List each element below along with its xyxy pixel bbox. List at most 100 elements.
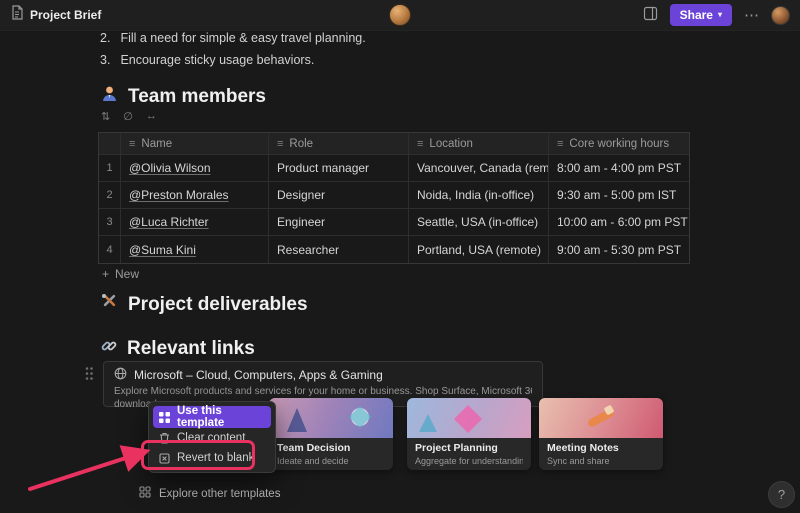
- share-button[interactable]: Share ▾: [670, 4, 732, 26]
- list-item-text: Encourage sticky usage behaviors.: [120, 53, 314, 67]
- topbar-actions: Share ▾ ⋯: [643, 4, 790, 26]
- person-mention[interactable]: @Luca Richter: [129, 215, 209, 229]
- template-thumbnail: [539, 398, 663, 438]
- table-row: 4 @Suma Kini Researcher Portland, USA (r…: [99, 236, 689, 263]
- links-heading: Relevant links: [100, 337, 255, 361]
- template-card-meeting-notes[interactable]: Meeting Notes Sync and share: [539, 398, 663, 470]
- tools-icon: [100, 292, 119, 317]
- menu-item-label: Clear content: [177, 432, 245, 444]
- team-table: ≡ Name ≡ Role ≡ Location ≡Core working hour…: [98, 132, 690, 264]
- workspace-avatar-image: [389, 4, 411, 26]
- new-row-label: New: [115, 267, 139, 281]
- sort-icon[interactable]: ⇅: [101, 110, 110, 123]
- column-type-icon: ≡: [277, 138, 283, 150]
- template-thumbnail: [407, 398, 531, 438]
- column-header-location[interactable]: ≡ Location: [409, 133, 549, 155]
- workspace-avatar[interactable]: [389, 4, 411, 26]
- table-row: 1 @Olivia Wilson Product manager Vancouv…: [99, 155, 689, 182]
- share-caret-icon: ▾: [718, 11, 722, 19]
- breadcrumb[interactable]: Project Brief: [10, 5, 101, 25]
- header-cell-empty: [99, 133, 121, 155]
- row-number: 3: [99, 209, 121, 236]
- column-type-icon: ≡: [129, 138, 135, 150]
- list-item[interactable]: 3. Encourage sticky usage behaviors.: [100, 53, 314, 67]
- row-number: 2: [99, 182, 121, 209]
- cell-location[interactable]: Noida, India (in-office): [409, 182, 549, 209]
- topbar: Project Brief Share ▾ ⋯: [0, 0, 800, 31]
- cell-hours[interactable]: 9:30 am - 5:00 pm IST: [549, 182, 689, 209]
- team-members-heading: Team members: [100, 84, 266, 109]
- share-label: Share: [680, 8, 713, 22]
- globe-icon: [114, 367, 127, 383]
- cell-role[interactable]: Product manager: [269, 155, 409, 182]
- side-peek-icon[interactable]: [643, 6, 658, 24]
- list-item-text: Fill a need for simple & easy travel pla…: [120, 31, 365, 45]
- hide-icon[interactable]: ∅: [123, 110, 133, 123]
- deliverables-heading: Project deliverables: [100, 292, 308, 317]
- page-doc-icon: [10, 5, 24, 25]
- revert-icon: [159, 453, 170, 464]
- templates-grid-icon: [139, 486, 151, 501]
- menu-item-label: Use this template: [177, 405, 265, 429]
- list-item[interactable]: 2. Fill a need for simple & easy travel …: [100, 31, 366, 45]
- help-label: ?: [778, 487, 785, 502]
- cell-hours[interactable]: 9:00 am - 5:30 pm PST: [549, 236, 689, 263]
- list-item-number: 2.: [100, 31, 110, 45]
- person-mention[interactable]: @Olivia Wilson: [129, 161, 211, 175]
- column-header-label: Role: [289, 138, 313, 150]
- menu-item-label: Revert to blank: [177, 452, 254, 464]
- cell-name[interactable]: @Preston Morales: [121, 182, 269, 209]
- column-header-role[interactable]: ≡ Role: [269, 133, 409, 155]
- user-avatar[interactable]: [771, 6, 790, 25]
- template-thumbnail: [269, 398, 393, 438]
- table-row: 3 @Luca Richter Engineer Seattle, USA (i…: [99, 209, 689, 236]
- template-context-menu: Use this template Clear content Revert t…: [148, 401, 276, 473]
- link-icon: [100, 337, 118, 361]
- cell-hours[interactable]: 10:00 am - 6:00 pm PST: [549, 209, 689, 236]
- explore-other-templates-button[interactable]: Explore other templates: [139, 486, 280, 501]
- revert-to-blank-button[interactable]: Revert to blank: [153, 448, 271, 468]
- page-title: Project Brief: [30, 8, 101, 22]
- column-header-label: Name: [141, 138, 172, 150]
- use-this-template-button[interactable]: Use this template: [153, 406, 271, 428]
- cell-role[interactable]: Researcher: [269, 236, 409, 263]
- bookmark-title: Microsoft – Cloud, Computers, Apps & Gam…: [134, 368, 383, 382]
- person-mention[interactable]: @Suma Kini: [129, 243, 196, 257]
- cell-location[interactable]: Portland, USA (remote): [409, 236, 549, 263]
- template-title: Project Planning: [415, 442, 523, 454]
- table-header-row: ≡ Name ≡ Role ≡ Location ≡Core working hour…: [99, 133, 689, 155]
- table-new-row-button[interactable]: + New: [102, 267, 139, 281]
- cell-role[interactable]: Designer: [269, 182, 409, 209]
- drag-handle-icon[interactable]: [84, 366, 94, 386]
- template-card-team-decision[interactable]: Team Decision Ideate and decide: [269, 398, 393, 470]
- row-number: 1: [99, 155, 121, 182]
- template-subtitle: Aggregate for understanding an...: [415, 456, 523, 466]
- cell-role[interactable]: Engineer: [269, 209, 409, 236]
- person-mention[interactable]: @Preston Morales: [129, 188, 229, 202]
- deliverables-heading-text: Project deliverables: [128, 294, 308, 316]
- plus-icon: +: [102, 267, 109, 281]
- column-header-label: Location: [429, 138, 472, 150]
- clear-content-button[interactable]: Clear content: [153, 428, 271, 448]
- template-subtitle: Sync and share: [547, 456, 655, 466]
- template-title: Meeting Notes: [547, 442, 655, 454]
- help-button[interactable]: ?: [768, 481, 795, 508]
- column-header-name[interactable]: ≡ Name: [121, 133, 269, 155]
- column-type-icon: ≡: [417, 138, 423, 150]
- cell-name[interactable]: @Olivia Wilson: [121, 155, 269, 182]
- cell-location[interactable]: Vancouver, Canada (remote): [409, 155, 549, 182]
- cell-name[interactable]: @Suma Kini: [121, 236, 269, 263]
- list-item-number: 3.: [100, 53, 110, 67]
- template-card-project-planning[interactable]: Project Planning Aggregate for understan…: [407, 398, 531, 470]
- table-row: 2 @Preston Morales Designer Noida, India…: [99, 182, 689, 209]
- team-members-icon: [100, 84, 119, 109]
- cell-hours[interactable]: 8:00 am - 4:00 pm PST: [549, 155, 689, 182]
- cell-name[interactable]: @Luca Richter: [121, 209, 269, 236]
- cell-location[interactable]: Seattle, USA (in-office): [409, 209, 549, 236]
- column-header-hours[interactable]: ≡Core working hours: [549, 133, 689, 155]
- more-options-icon[interactable]: ⋯: [744, 8, 759, 23]
- template-subtitle: Ideate and decide: [277, 456, 385, 466]
- resize-icon[interactable]: ↔: [146, 110, 157, 123]
- links-heading-text: Relevant links: [127, 338, 255, 360]
- template-title: Team Decision: [277, 442, 385, 454]
